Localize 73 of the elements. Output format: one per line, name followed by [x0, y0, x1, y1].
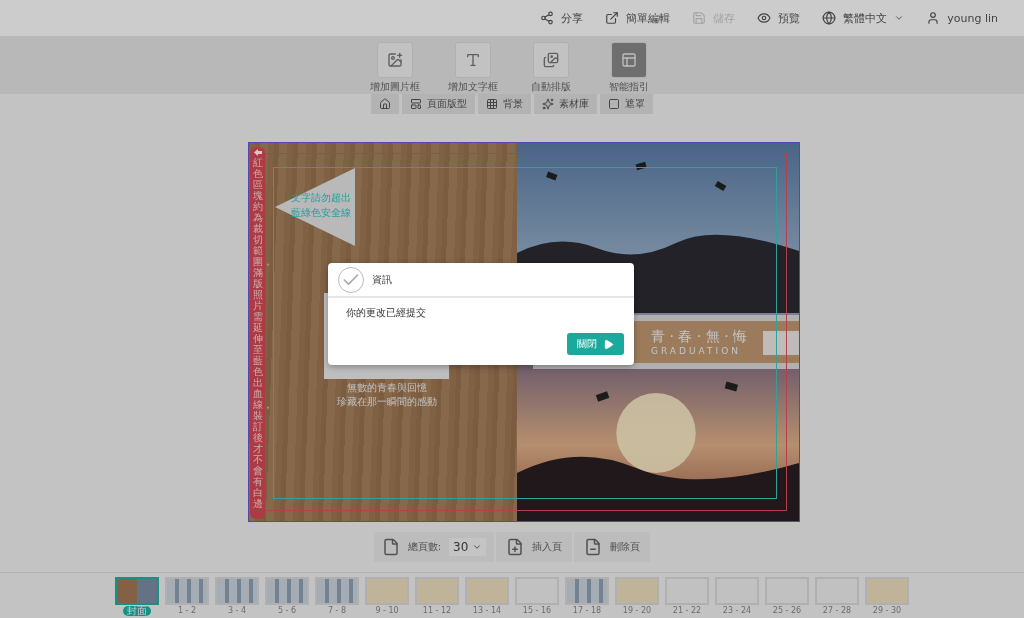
home-button[interactable] [371, 94, 399, 114]
square-icon [608, 98, 620, 110]
page-icon [381, 538, 400, 556]
thumbnail-image [265, 577, 309, 605]
thumbnail-image [115, 577, 159, 605]
image-icon [387, 52, 403, 68]
save-icon [692, 11, 707, 25]
share-link[interactable]: 分享 [540, 10, 584, 26]
page-thumbnail[interactable]: 21 - 22 [665, 577, 709, 618]
preview-icon [757, 11, 772, 25]
page-thumbnail[interactable]: 19 - 20 [615, 577, 659, 618]
page-thumbnail[interactable]: 25 - 26 [765, 577, 809, 618]
page-thumbnail[interactable]: 27 - 28 [815, 577, 859, 618]
page-thumbnail[interactable]: 7 - 8 [315, 577, 359, 618]
page-thumbnail[interactable]: 17 - 18 [565, 577, 609, 618]
tab[interactable]: 背景 [478, 94, 531, 114]
dialog-title: 資訊 [372, 272, 392, 287]
thumbnail-image [165, 577, 209, 605]
remove-page-icon [584, 538, 603, 556]
page-count-label: 總頁數: [407, 540, 442, 554]
page-thumbnail[interactable]: 9 - 10 [365, 577, 409, 618]
tab[interactable]: 頁面版型 [402, 94, 475, 114]
tool-button[interactable]: 智能指引 [601, 42, 657, 94]
banner-subtitle: GRADUATION [651, 346, 741, 356]
banner-block [763, 331, 799, 355]
layout-icon [543, 52, 559, 68]
share-icon [540, 11, 555, 25]
add-page-icon [506, 538, 525, 556]
thumbnail-image [215, 577, 259, 605]
sparkle-icon [542, 98, 554, 110]
user-icon [926, 11, 941, 25]
edit-icon [605, 11, 620, 25]
tool-button[interactable]: 增加圖片框 [367, 42, 423, 94]
page-thumbnail[interactable]: 15 - 16 [515, 577, 559, 618]
page-thumbnail[interactable]: 5 - 6 [265, 577, 309, 618]
caret-icon [894, 13, 905, 23]
thumbnail-image [565, 577, 609, 605]
user-menu[interactable]: young lin [926, 11, 998, 25]
page-thumbnail[interactable]: 11 - 12 [415, 577, 459, 618]
tool-button[interactable]: 自動排版 [523, 42, 579, 94]
preview-link[interactable]: 預覽 [757, 10, 801, 26]
thumbnail-image [465, 577, 509, 605]
thumbnail-image [415, 577, 459, 605]
thumbnail-image [365, 577, 409, 605]
tab[interactable]: 素材庫 [534, 94, 597, 114]
page-thumbnail[interactable]: 3 - 4 [215, 577, 259, 618]
arrow-icon [253, 149, 262, 156]
caption: 無數的青春與回憶 珍藏在那一瞬間的感動 [335, 381, 438, 409]
tool-button[interactable]: 增加文字框 [445, 42, 501, 94]
banner-title: 青 · 春 · 無 · 悔 [651, 328, 748, 346]
home-icon [379, 98, 391, 110]
edit-link[interactable]: 簡單編輯 [605, 10, 671, 26]
thumbnail-image [315, 577, 359, 605]
play-icon [603, 338, 614, 350]
grid-icon [486, 98, 498, 110]
page-thumbnail[interactable]: 封面 [115, 577, 159, 618]
insert-page-button[interactable]: 插入頁 [496, 532, 573, 562]
language-icon [822, 11, 837, 25]
page-thumbnail[interactable]: 1 - 2 [165, 577, 209, 618]
tab[interactable]: 遮罩 [600, 94, 653, 114]
language-selector[interactable]: 繁體中文 [822, 10, 905, 26]
page-count-select[interactable]: 30 [449, 538, 487, 556]
delete-page-button[interactable]: 刪除頁 [574, 532, 651, 562]
layout-icon [410, 98, 422, 110]
caret-icon [472, 542, 483, 552]
dialog-message: 你的更改已經提交 [345, 306, 427, 320]
close-button[interactable]: 關閉 [567, 333, 624, 355]
page-thumbnail[interactable]: 29 - 30 [865, 577, 909, 618]
page-thumbnail[interactable]: 23 - 24 [715, 577, 759, 618]
thumbnail-image [865, 577, 909, 605]
page-thumbnail[interactable]: 13 - 14 [465, 577, 509, 618]
text-icon [465, 52, 481, 68]
thumbnail-image [615, 577, 659, 605]
